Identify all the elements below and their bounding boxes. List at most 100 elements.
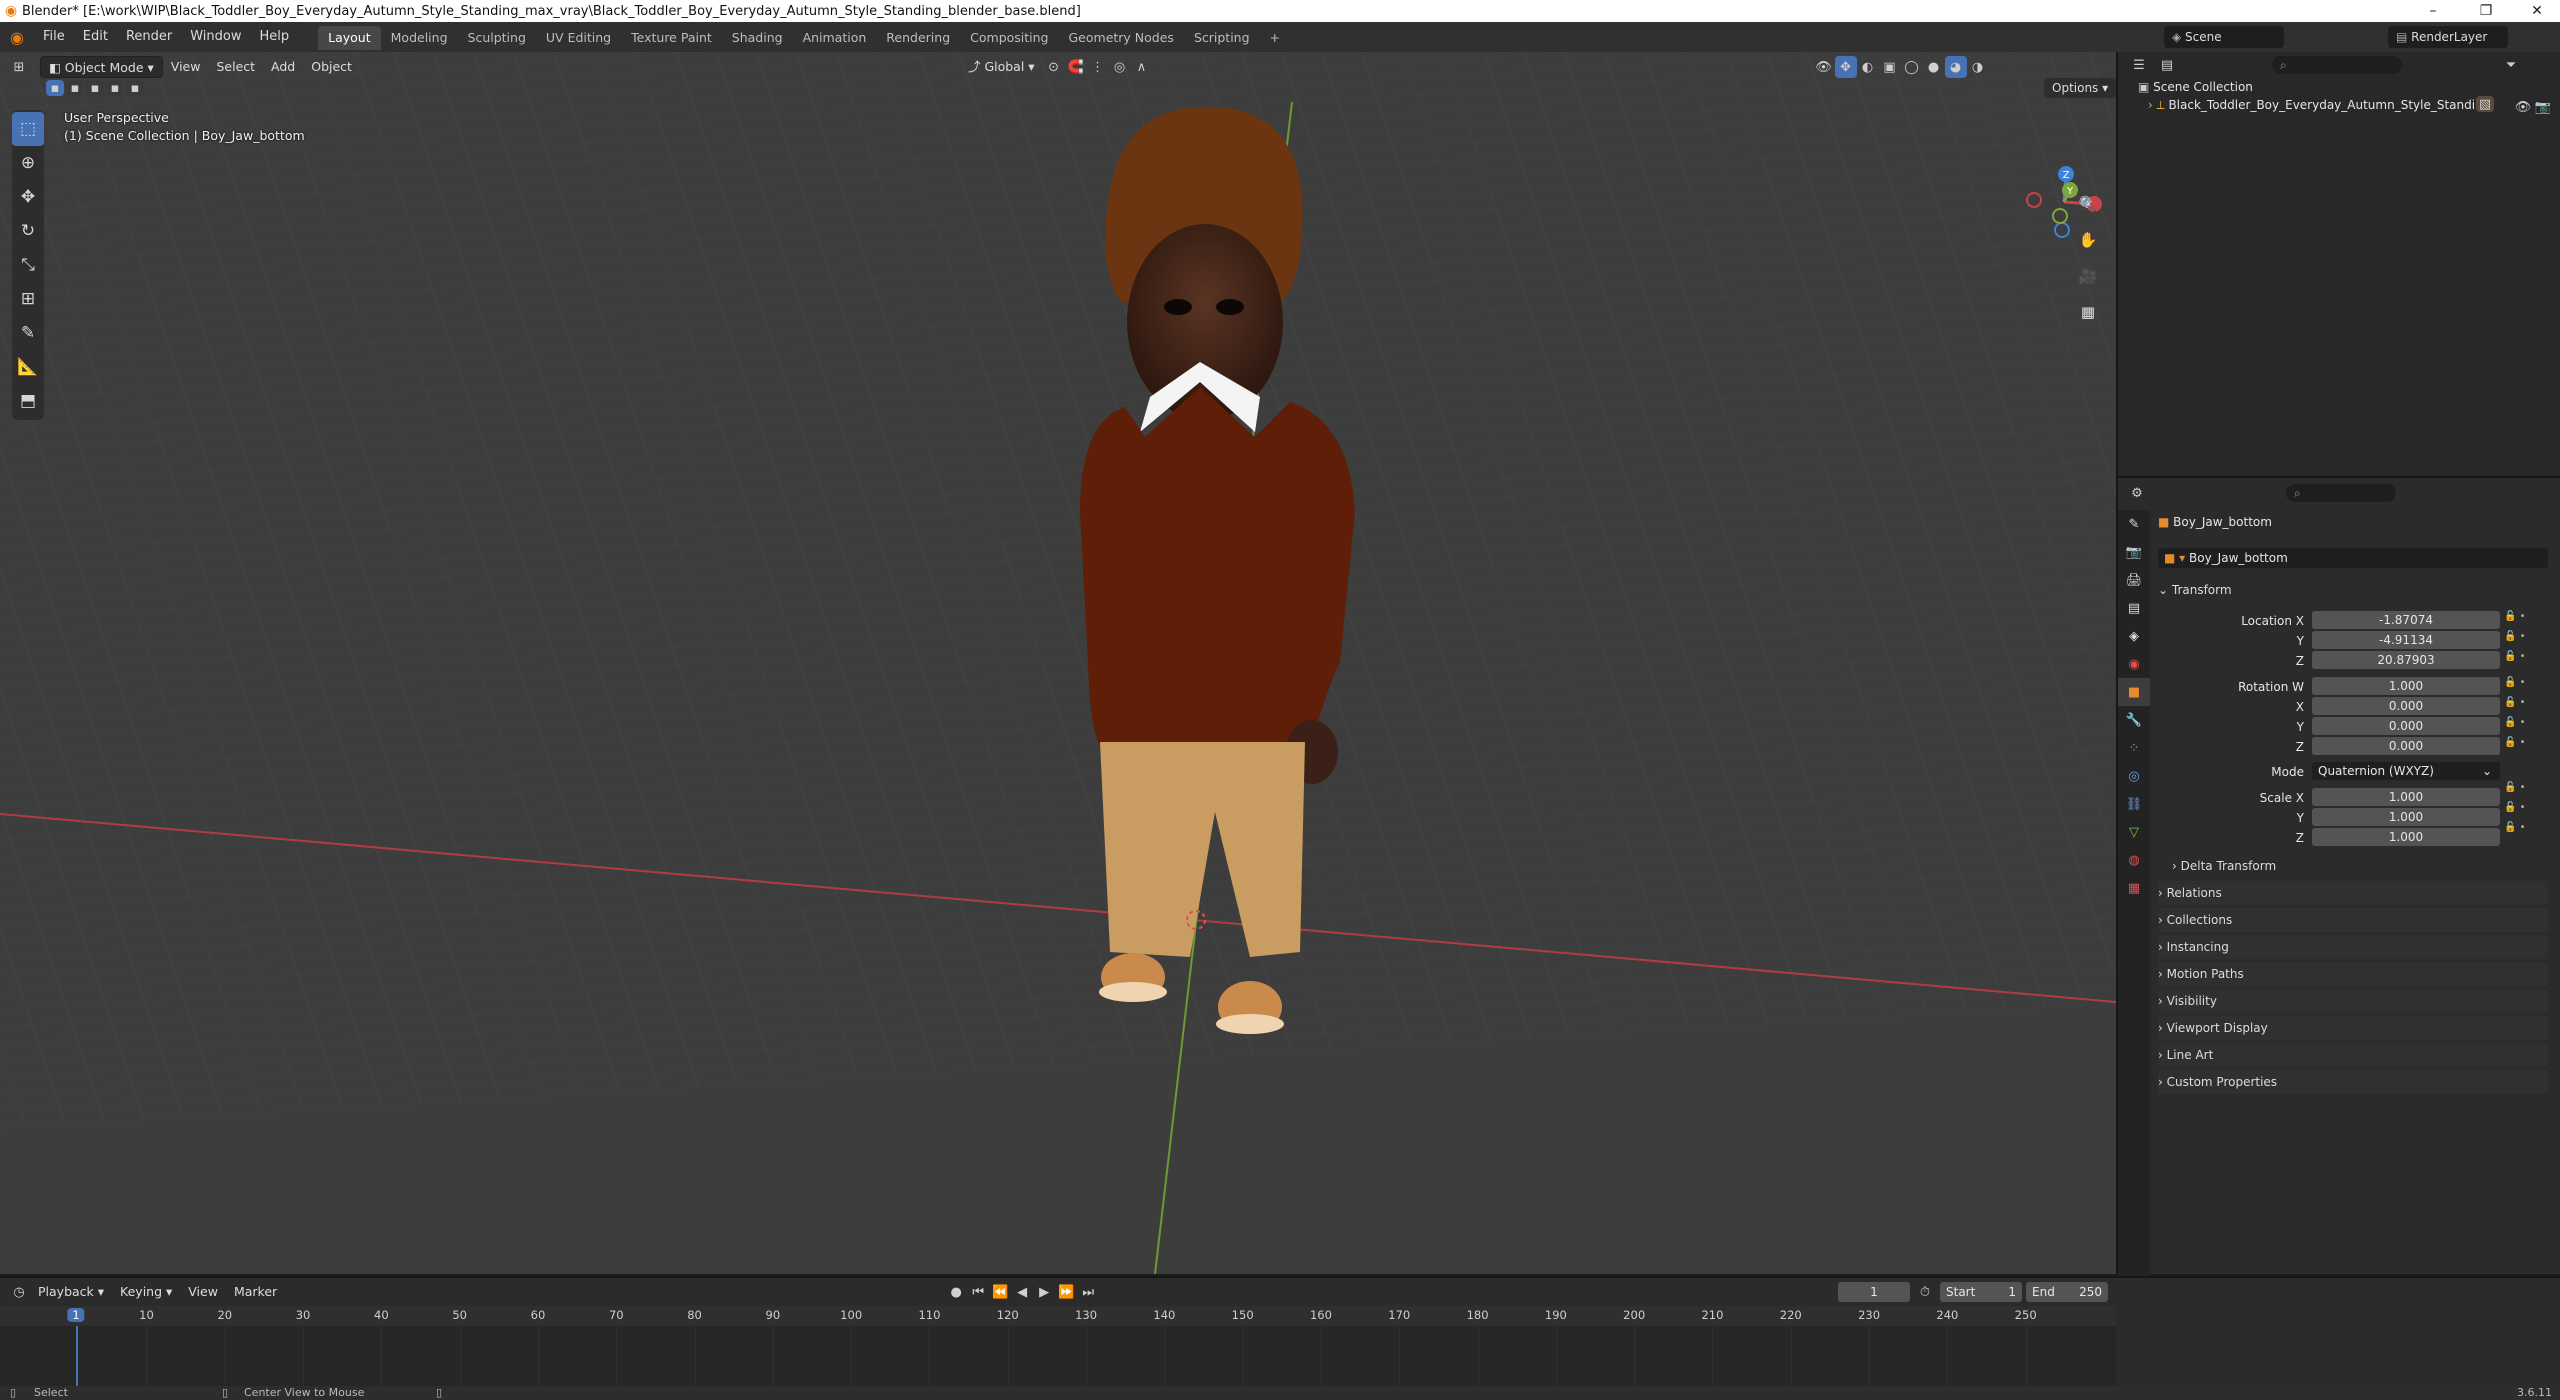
visibility-icon[interactable]: 👁 (1813, 56, 1835, 78)
select-intersect-icon[interactable]: ▪ (126, 80, 144, 96)
options-dropdown[interactable]: Options ▾ (2044, 78, 2117, 98)
timeline-track-area[interactable] (0, 1326, 2116, 1386)
cursor-tool-icon[interactable]: ⊕ (12, 146, 44, 180)
lock-icon[interactable]: 🔓 • (2504, 822, 2544, 842)
properties-editor-icon[interactable]: ⚙ (2126, 482, 2148, 504)
tool-tab-icon[interactable]: ✎ (2118, 510, 2150, 538)
pan-hand-icon[interactable]: ✋ (2074, 226, 2102, 254)
lock-icon[interactable]: 🔓 • (2504, 651, 2544, 677)
scene-tab-icon[interactable]: ◈ (2118, 622, 2150, 650)
prev-keyframe-icon[interactable]: ⏪ (989, 1281, 1011, 1303)
lock-icon[interactable]: 🔓 • (2504, 782, 2544, 802)
panel-motion-paths[interactable]: › Motion Paths (2158, 962, 2548, 986)
lock-icon[interactable]: 🔓 • (2504, 717, 2544, 737)
snap-target-icon[interactable]: ⋮ (1087, 56, 1109, 78)
transform-orientation[interactable]: ⤴ Global ▾ (960, 56, 1043, 78)
playhead-line[interactable] (76, 1326, 78, 1386)
select-box-tool-icon[interactable]: ⬚ (12, 112, 44, 146)
editor-type-icon[interactable]: ⊞ (8, 56, 30, 78)
tab-uv-editing[interactable]: UV Editing (536, 26, 621, 50)
rendered-shading-icon[interactable]: ◑ (1967, 56, 1989, 78)
object-tab-icon[interactable]: ■ (2118, 678, 2150, 706)
lock-icon[interactable]: 🔓 • (2504, 611, 2544, 631)
menu-file[interactable]: File (34, 22, 74, 52)
outliner-row-scene-collection[interactable]: ▣ Scene Collection (2138, 78, 2490, 96)
menu-render[interactable]: Render (117, 22, 181, 52)
data-tab-icon[interactable]: ▽ (2118, 818, 2150, 846)
scale-z-field[interactable]: 1.000 (2312, 828, 2500, 846)
timeline-editor-icon[interactable]: ◷ (8, 1281, 30, 1303)
delta-transform-header[interactable]: › Delta Transform (2172, 854, 2548, 878)
panel-visibility[interactable]: › Visibility (2158, 989, 2548, 1013)
panel-custom-properties[interactable]: › Custom Properties (2158, 1070, 2548, 1094)
object-name-row[interactable]: ■ Boy_Jaw_bottom (2158, 512, 2548, 532)
material-tab-icon[interactable]: ◍ (2118, 846, 2150, 874)
tab-layout[interactable]: Layout (318, 26, 381, 50)
tab-geometry-nodes[interactable]: Geometry Nodes (1059, 26, 1184, 50)
move-tool-icon[interactable]: ✥ (12, 180, 44, 214)
zoom-icon[interactable]: 🔍 (2074, 190, 2102, 218)
falloff-icon[interactable]: ∧ (1131, 56, 1153, 78)
lock-icon[interactable]: 🔓 • (2504, 677, 2544, 697)
minimize-button[interactable]: – (2410, 0, 2456, 22)
scale-x-field[interactable]: 1.000 (2312, 788, 2500, 806)
transform-tool-icon[interactable]: ⊞ (12, 282, 44, 316)
add-workspace-button[interactable]: + (1260, 26, 1290, 50)
panel-relations[interactable]: › Relations (2158, 881, 2548, 905)
timeline-menu-marker[interactable]: Marker (226, 1281, 285, 1303)
viewport-menu-add[interactable]: Add (263, 56, 303, 78)
pivot-icon[interactable]: ⊙ (1043, 56, 1065, 78)
lock-icon[interactable]: 🔓 • (2504, 737, 2544, 782)
material-shading-icon[interactable]: ◕ (1944, 56, 1967, 78)
timeline-menu-view[interactable]: View (180, 1281, 226, 1303)
eye-icon[interactable]: 👁 (2512, 96, 2534, 118)
viewport-menu-select[interactable]: Select (208, 56, 263, 78)
current-frame-field[interactable]: 1 (1838, 1282, 1910, 1302)
rotation-y-field[interactable]: 0.000 (2312, 717, 2500, 735)
location-x-field[interactable]: -1.87074 (2312, 611, 2500, 629)
location-y-field[interactable]: -4.91134 (2312, 631, 2500, 649)
mode-selector[interactable]: ◧ Object Mode ▾ (40, 56, 163, 78)
tab-sculpting[interactable]: Sculpting (458, 26, 536, 50)
rotate-tool-icon[interactable]: ↻ (12, 214, 44, 248)
lock-icon[interactable]: 🔓 • (2504, 697, 2544, 717)
physics-tab-icon[interactable]: ◎ (2118, 762, 2150, 790)
timeline-menu-keying[interactable]: Keying ▾ (112, 1281, 180, 1303)
menu-help[interactable]: Help (251, 22, 299, 52)
texture-tab-icon[interactable]: ▦ (2118, 874, 2150, 902)
tab-texture-paint[interactable]: Texture Paint (621, 26, 722, 50)
select-extend-icon[interactable]: ▪ (66, 80, 84, 96)
select-invert-icon[interactable]: ▪ (106, 80, 124, 96)
end-frame-field[interactable]: End 250 (2026, 1282, 2108, 1302)
close-button[interactable]: ✕ (2514, 0, 2560, 22)
view-layer-tab-icon[interactable]: ▤ (2118, 594, 2150, 622)
maximize-button[interactable]: ❐ (2463, 0, 2509, 22)
modifier-tab-icon[interactable]: 🔧 (2118, 706, 2150, 734)
outliner-search-input[interactable]: ⌕ (2272, 56, 2402, 74)
view-layer-selector[interactable]: ▤ RenderLayer (2388, 26, 2508, 48)
tab-compositing[interactable]: Compositing (960, 26, 1058, 50)
tab-shading[interactable]: Shading (722, 26, 793, 50)
snap-icon[interactable]: 🧲 (1065, 56, 1087, 78)
panel-instancing[interactable]: › Instancing (2158, 935, 2548, 959)
camera-view-icon[interactable]: 🎥 (2074, 262, 2102, 290)
proportional-edit-icon[interactable]: ◎ (1109, 56, 1131, 78)
play-icon[interactable]: ▶ (1033, 1281, 1055, 1303)
panel-line-art[interactable]: › Line Art (2158, 1043, 2548, 1067)
data-name-row[interactable]: ■ ▾ Boy_Jaw_bottom (2158, 548, 2548, 568)
rotation-w-field[interactable]: 1.000 (2312, 677, 2500, 695)
ortho-grid-icon[interactable]: ▦ (2074, 298, 2102, 326)
scene-selector[interactable]: ◈ Scene (2164, 26, 2284, 48)
rotation-z-field[interactable]: 0.000 (2312, 737, 2500, 755)
select-subtract-icon[interactable]: ▪ (86, 80, 104, 96)
output-tab-icon[interactable]: 🖨 (2118, 566, 2150, 594)
xray-icon[interactable]: ▣ (1879, 56, 1901, 78)
scale-y-field[interactable]: 1.000 (2312, 808, 2500, 826)
outliner-row-object[interactable]: › ⟂ Black_Toddler_Boy_Everyday_Autumn_St… (2138, 96, 2490, 114)
stopwatch-icon[interactable]: ⏱ (1914, 1281, 1936, 1303)
wireframe-shading-icon[interactable]: ◯ (1901, 56, 1923, 78)
filter-icon[interactable]: ⏷ (2500, 54, 2522, 76)
lock-icon[interactable]: 🔓 • (2504, 802, 2544, 822)
rotation-mode-select[interactable]: Quaternion (WXYZ) ⌄ (2312, 762, 2500, 780)
solid-shading-icon[interactable]: ● (1923, 56, 1945, 78)
